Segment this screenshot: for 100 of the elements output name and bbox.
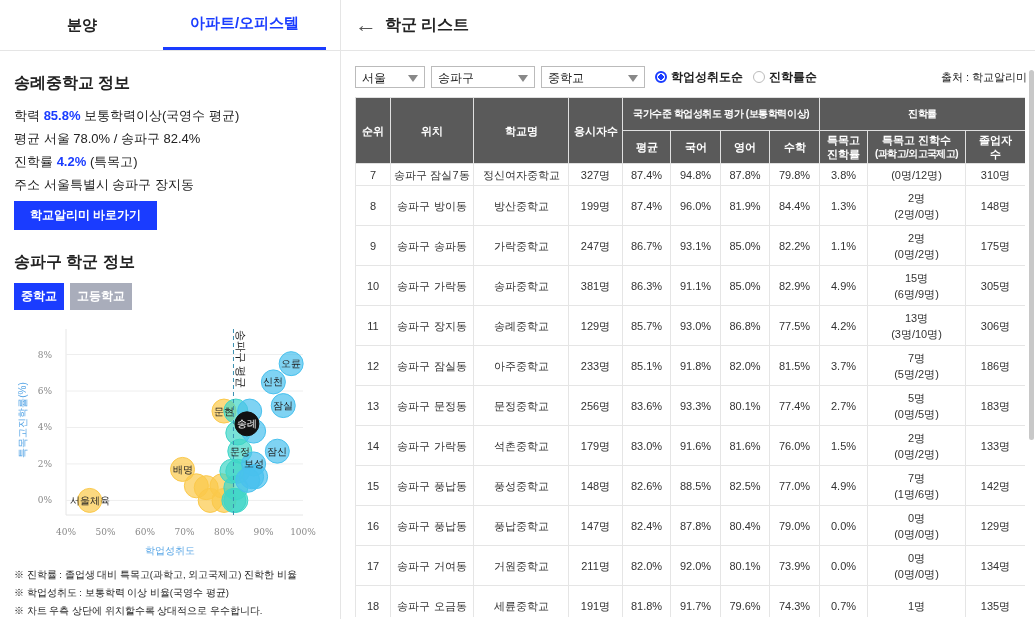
table-cell: 0명 (0명/0명) bbox=[867, 545, 966, 586]
bubble-label: 서울체육 bbox=[69, 494, 110, 506]
table-cell: 93.1% bbox=[670, 225, 721, 266]
axis-tick-label: 2% bbox=[37, 458, 52, 469]
info-line: 진학률 4.2% (특목고) bbox=[14, 153, 139, 171]
table-cell: 아주중학교 bbox=[473, 345, 569, 386]
column-header: 국어 bbox=[670, 130, 721, 164]
table-cell: 송파구 장지동 bbox=[390, 305, 474, 346]
table-cell: 148명 bbox=[568, 465, 623, 506]
table-cell: 83.6% bbox=[622, 385, 671, 426]
table-cell: 풍납중학교 bbox=[473, 505, 569, 546]
table-cell: 92.0% bbox=[670, 545, 721, 586]
table-cell: 가락중학교 bbox=[473, 225, 569, 266]
table-cell: 8 bbox=[355, 185, 391, 226]
table-cell: 80.4% bbox=[720, 505, 770, 546]
table-cell: 거원중학교 bbox=[473, 545, 569, 586]
table-cell: 93.0% bbox=[670, 305, 721, 346]
source-note: 출처 : 학교알리미 bbox=[940, 69, 1027, 85]
table-cell: 문정중학교 bbox=[473, 385, 569, 426]
axis-tick-label: 6% bbox=[37, 386, 52, 396]
column-header: 학교명 bbox=[473, 97, 569, 164]
table-cell: 86.7% bbox=[622, 225, 671, 266]
table-cell: 7명 (5명/2명) bbox=[867, 345, 966, 386]
table-cell: 송파중학교 bbox=[473, 265, 569, 306]
bubble-label: 문정 bbox=[229, 445, 250, 457]
table-cell: 송파구 방이동 bbox=[390, 185, 474, 226]
table-cell: 85.0% bbox=[720, 265, 770, 306]
axis-tick-label: 100% bbox=[290, 527, 316, 537]
column-header: 영어 bbox=[720, 130, 770, 164]
table-cell: 79.8% bbox=[769, 163, 820, 186]
info-line: 학력 85.8% 보통학력이상(국영수 평균) bbox=[14, 107, 241, 125]
column-header: 평균 bbox=[622, 130, 671, 164]
table-cell: 94.8% bbox=[670, 163, 721, 186]
axis-tick-label: 8% bbox=[37, 349, 52, 360]
bubble-label: 신천 bbox=[263, 376, 284, 388]
info-line: 평균 서울 78.0% / 송파구 82.4% bbox=[14, 130, 202, 148]
axis-title: 학업성취도 bbox=[145, 545, 195, 556]
bubble-label: 배명 bbox=[172, 463, 193, 475]
table-cell: 정신여자중학교 bbox=[473, 163, 569, 186]
table-cell: 381명 bbox=[568, 265, 623, 306]
axis-tick-label: 60% bbox=[135, 527, 155, 537]
table-cell: 87.8% bbox=[670, 505, 721, 546]
column-group-header: 국가수준 학업성취도 평가 (보통학력이상) bbox=[622, 97, 820, 131]
table-cell: 81.6% bbox=[720, 425, 770, 466]
table-cell: 0.0% bbox=[819, 545, 868, 586]
table-cell: 80.1% bbox=[720, 385, 770, 426]
table-cell: 91.8% bbox=[670, 345, 721, 386]
axis-tick-label: 0% bbox=[37, 495, 52, 506]
table-cell: 2명 (0명/2명) bbox=[867, 425, 966, 466]
table-cell: 83.0% bbox=[622, 425, 671, 466]
table-cell: 82.6% bbox=[622, 465, 671, 506]
table-cell: 88.5% bbox=[670, 465, 721, 506]
table-cell: 0.0% bbox=[819, 505, 868, 546]
table-cell: 1.1% bbox=[819, 225, 868, 266]
info-line: 주소 서울특별시 송파구 장지동 bbox=[14, 176, 195, 194]
table-cell: 79.0% bbox=[769, 505, 820, 546]
average-label: 송파구 평균 bbox=[235, 330, 248, 389]
section-title: 송례중학교 정보 bbox=[14, 73, 132, 93]
table-cell: 85.1% bbox=[622, 345, 671, 386]
footnote: ※ 학업성취도 : 보통학력 이상 비율(국영수 평균) bbox=[14, 586, 230, 600]
axis-tick-label: 4% bbox=[37, 422, 52, 433]
bubble-label: 보성 bbox=[243, 458, 264, 470]
table-cell: 81.9% bbox=[720, 185, 770, 226]
table-cell: 16 bbox=[355, 505, 391, 546]
table-cell: 87.4% bbox=[622, 185, 671, 226]
footnote: ※ 진학률 : 졸업생 대비 특목고(과학고, 외고국제고) 진학한 비율 bbox=[14, 568, 298, 582]
table-cell: 7 bbox=[355, 163, 391, 186]
table-cell: 4.9% bbox=[819, 265, 868, 306]
table-cell: 147명 bbox=[568, 505, 623, 546]
table-cell: 5명 (0명/5명) bbox=[867, 385, 966, 426]
table-cell: 73.9% bbox=[769, 545, 820, 586]
table-cell: 91.1% bbox=[670, 265, 721, 306]
table-cell: 2명 (0명/2명) bbox=[867, 225, 966, 266]
table-cell: 199명 bbox=[568, 185, 623, 226]
table-cell: 송파구 가락동 bbox=[390, 265, 474, 306]
table-cell: 14 bbox=[355, 425, 391, 466]
table-cell: 송파구 거여동 bbox=[390, 545, 474, 586]
table-cell: 송파구 잠실7동 bbox=[390, 163, 474, 186]
table-cell: 80.1% bbox=[720, 545, 770, 586]
table-cell: 7명 (1명/6명) bbox=[867, 465, 966, 506]
bubble-label: 오륜 bbox=[281, 358, 302, 370]
table-cell: 81.5% bbox=[769, 345, 820, 386]
axis-tick-label: 80% bbox=[214, 527, 234, 537]
table-cell: 327명 bbox=[568, 163, 623, 186]
table-cell: 송파구 잠실동 bbox=[390, 345, 474, 386]
column-header: 순위 bbox=[355, 97, 391, 164]
table-cell: 91.6% bbox=[670, 425, 721, 466]
column-header: 특목고 진학수 (과학고/외고국제고) bbox=[867, 130, 966, 164]
table-cell: 12 bbox=[355, 345, 391, 386]
axis-tick-label: 40% bbox=[56, 527, 76, 537]
footnote: ※ 차트 우측 상단에 위치할수록 상대적으로 우수합니다. bbox=[14, 604, 264, 618]
table-cell: (0명/12명) bbox=[867, 163, 966, 186]
table-cell: 84.4% bbox=[769, 185, 820, 226]
table-cell: 4.2% bbox=[819, 305, 868, 346]
table-cell: 82.0% bbox=[622, 545, 671, 586]
table-cell: 211명 bbox=[568, 545, 623, 586]
table-cell: 129명 bbox=[568, 305, 623, 346]
column-group-header: 진학률 bbox=[819, 97, 1025, 131]
table-cell: 1.3% bbox=[819, 185, 868, 226]
table-cell: 2.7% bbox=[819, 385, 868, 426]
